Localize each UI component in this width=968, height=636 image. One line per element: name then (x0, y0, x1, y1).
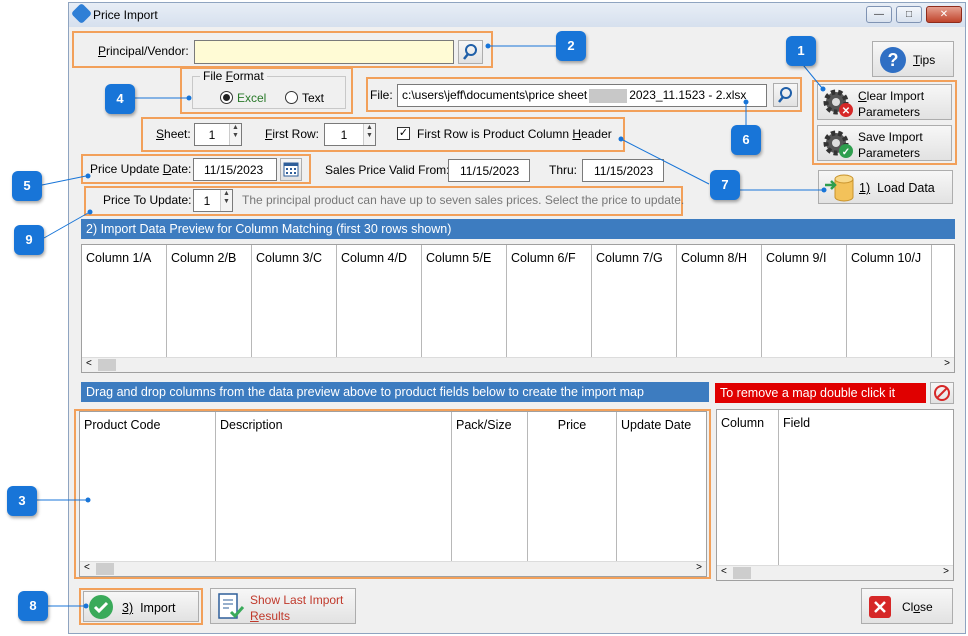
callout-3: 3 (7, 486, 37, 516)
callout-8: 8 (18, 591, 48, 621)
callout-4: 4 (105, 84, 135, 114)
callout-1: 1 (786, 36, 816, 66)
callout-7: 7 (710, 170, 740, 200)
callout-9: 9 (14, 225, 44, 255)
callout-6: 6 (731, 125, 761, 155)
callout-5: 5 (12, 171, 42, 201)
callout-connectors (36, 43, 827, 609)
callout-2: 2 (556, 31, 586, 61)
